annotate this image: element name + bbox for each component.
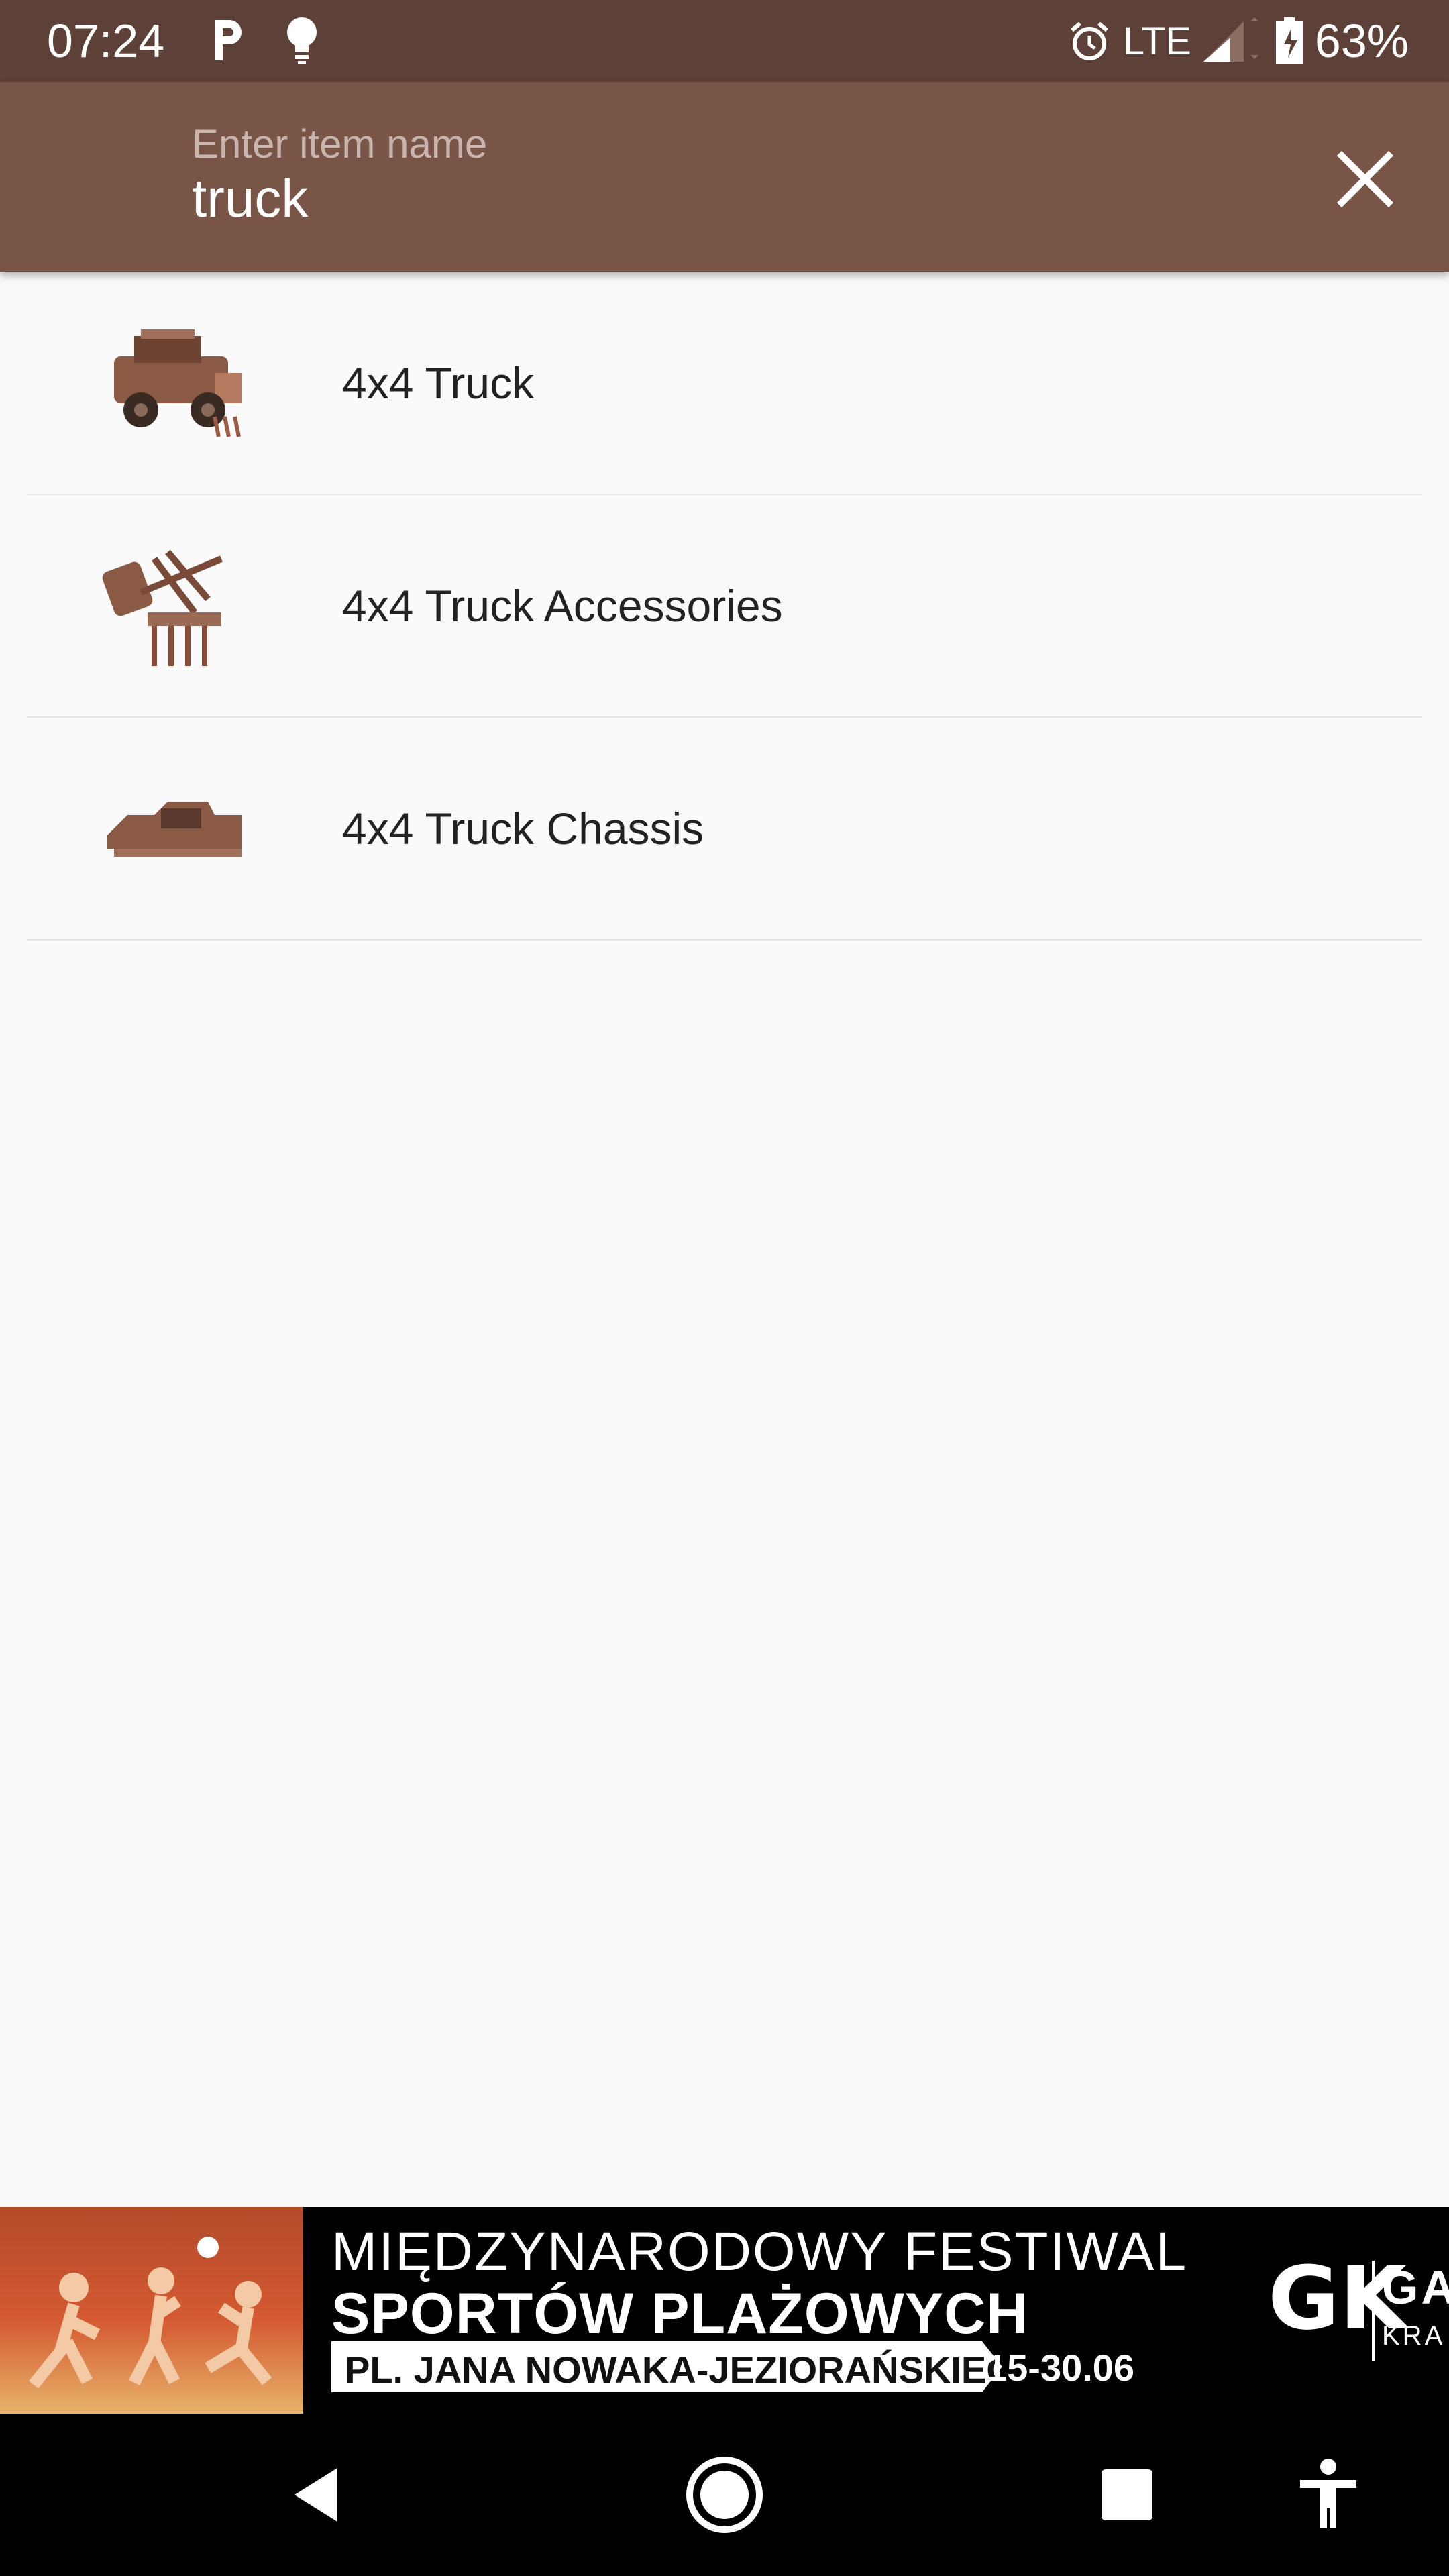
- ad-location: PL. JANA NOWAKA-JEZIORAŃSKIEGO: [345, 2349, 1045, 2391]
- search-input[interactable]: truck: [192, 168, 308, 229]
- navigation-bar: [0, 2414, 1449, 2576]
- home-icon[interactable]: [684, 2455, 765, 2535]
- list-item[interactable]: 4x4 Truck: [27, 272, 1422, 495]
- list-item[interactable]: 4x4 Truck Chassis: [27, 718, 1422, 941]
- recents-icon[interactable]: [1087, 2455, 1167, 2535]
- ad-headline: MIĘDZYNARODOWY FESTIWAL: [331, 2221, 1188, 2282]
- search-placeholder: Enter item name: [192, 121, 488, 166]
- close-icon[interactable]: [1328, 142, 1402, 216]
- ad-logo-divider: [1372, 2261, 1375, 2361]
- results-list: 4x4 Truck 4x4 Truck Accessories 4x4 Truc…: [27, 272, 1422, 941]
- back-icon[interactable]: [278, 2455, 359, 2535]
- battery-icon: [1275, 17, 1303, 64]
- ad-logo-text: GAL: [1382, 2261, 1449, 2314]
- alarm-icon: [1070, 21, 1108, 60]
- network-type: LTE: [1122, 19, 1191, 63]
- truck-thumbnail: [114, 329, 241, 437]
- ad-banner[interactable]: MIĘDZYNARODOWY FESTIWAL SPORTÓW PLAŻOWYC…: [0, 2207, 1449, 2414]
- accessories-thumbnail: [102, 549, 223, 666]
- lightbulb-icon: [287, 17, 317, 64]
- item-name: 4x4 Truck Accessories: [342, 581, 783, 631]
- battery-level: 63%: [1314, 15, 1409, 67]
- item-name: 4x4 Truck: [342, 358, 535, 408]
- ad-subheadline: SPORTÓW PLAŻOWYCH: [331, 2282, 1029, 2346]
- ad-image: [0, 2207, 303, 2414]
- status-bar: 07:24 LTE 63%: [0, 0, 1449, 82]
- item-name: 4x4 Truck Chassis: [342, 804, 704, 853]
- ad-logo-subtext: KRA: [1382, 2321, 1446, 2351]
- search-app-bar: Enter item name truck: [0, 82, 1449, 272]
- ad-dates: 15-30.06: [986, 2347, 1135, 2389]
- accessibility-icon[interactable]: [1288, 2455, 1368, 2535]
- parking-icon: [215, 20, 241, 60]
- clock: 07:24: [47, 15, 165, 67]
- list-item[interactable]: 4x4 Truck Accessories: [27, 495, 1422, 718]
- signal-icon: [1203, 17, 1258, 62]
- chassis-thumbnail: [107, 802, 241, 857]
